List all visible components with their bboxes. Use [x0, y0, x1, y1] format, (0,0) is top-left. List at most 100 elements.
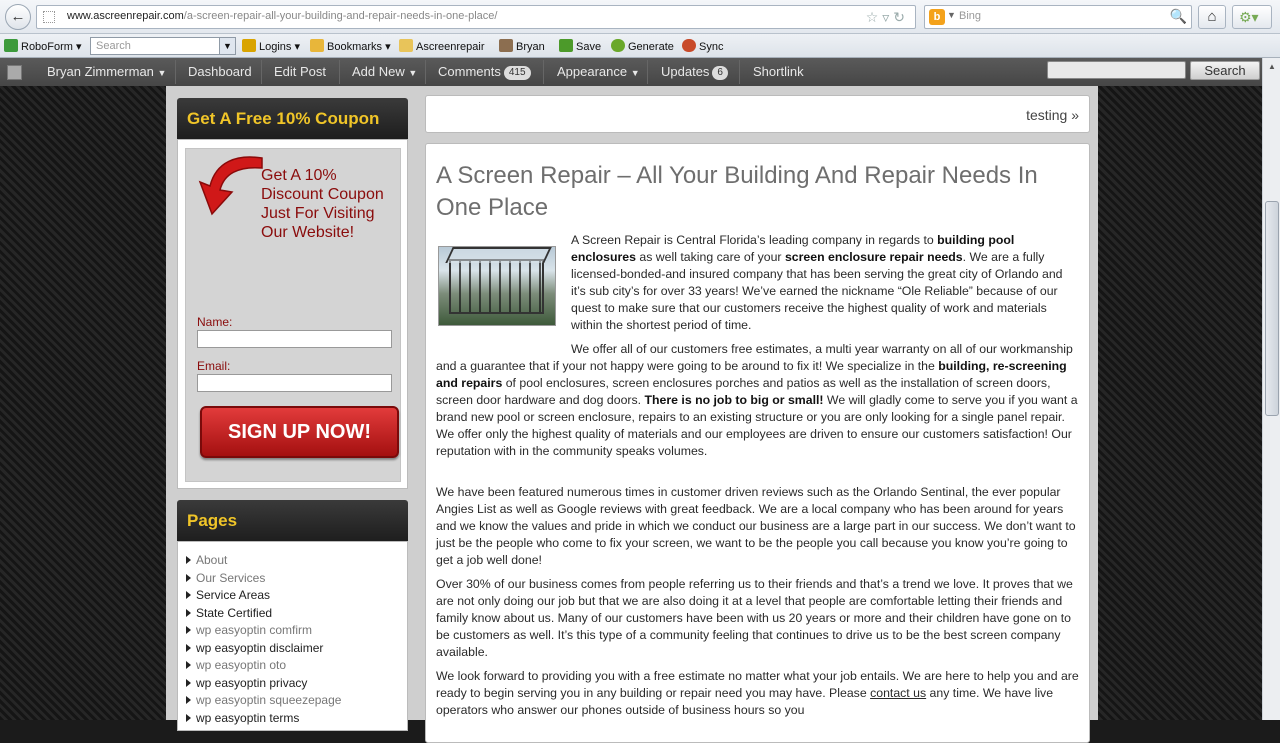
generate-icon: [611, 39, 625, 52]
bullet-triangle-icon: [186, 713, 191, 722]
toolbar-sync[interactable]: Sync: [682, 39, 723, 53]
scroll-up-arrow-icon[interactable]: ▲: [1265, 60, 1279, 74]
url-text[interactable]: www.ascreenrepair.com/a-screen-repair-al…: [67, 10, 497, 22]
chevron-down-icon[interactable]: ▼: [219, 38, 235, 54]
back-arrow-icon[interactable]: ←: [5, 4, 31, 30]
bullet-triangle-icon: [186, 643, 191, 652]
toolbar-bookmarks[interactable]: Bookmarks ▾: [310, 39, 391, 53]
toolbar-search-input[interactable]: Search ▼: [90, 37, 236, 55]
page-link-label[interactable]: wp easyoptin squeezepage: [196, 693, 341, 707]
next-post-link[interactable]: testing »: [1026, 107, 1079, 123]
contact-us-link[interactable]: contact us: [870, 686, 926, 700]
page-link-label[interactable]: wp easyoptin privacy: [196, 676, 307, 690]
page-link-label[interactable]: State Certified: [196, 606, 272, 620]
name-label: Name:: [197, 315, 233, 329]
save-icon: [559, 39, 573, 52]
pages-list-item[interactable]: State Certified: [186, 605, 341, 623]
bullet-triangle-icon: [186, 608, 191, 617]
post-paragraph-1: A Screen Repair is Central Florida’s lea…: [571, 233, 1063, 332]
updates-count-badge: 6: [712, 66, 728, 80]
admin-search-button[interactable]: Search: [1190, 61, 1260, 80]
identity-icon: [499, 39, 513, 52]
roboform-icon: [4, 39, 18, 52]
coupon-widget: Get A 10% Discount Coupon Just For Visit…: [177, 139, 408, 489]
page-link-label[interactable]: wp easyoptin disclaimer: [196, 641, 323, 655]
name-field[interactable]: [197, 330, 392, 348]
email-field[interactable]: [197, 374, 392, 392]
pages-list-item[interactable]: wp easyoptin privacy: [186, 675, 341, 693]
key-icon: [242, 39, 256, 52]
post-navigation: testing »: [425, 95, 1090, 133]
admin-appearance-menu[interactable]: Appearance ▼: [557, 64, 640, 79]
toolbar-logins[interactable]: Logins ▾: [242, 39, 300, 53]
toolbar-generate[interactable]: Generate: [611, 39, 674, 53]
magnifier-icon[interactable]: 🔍: [1170, 8, 1187, 25]
optin-form: Get A 10% Discount Coupon Just For Visit…: [185, 148, 401, 482]
toolbar-roboform[interactable]: RoboForm ▾: [4, 39, 82, 53]
star-icon: [310, 39, 324, 52]
email-label: Email:: [197, 359, 231, 373]
bookmark-star-icon[interactable]: ☆▿↻: [866, 9, 909, 26]
browser-navbar: ← www.ascreenrepair.com/a-screen-repair-…: [0, 0, 1280, 34]
pages-widget: About Our Services Service Areas State Cert…: [177, 541, 408, 731]
bullet-triangle-icon: [186, 573, 191, 582]
pages-list-item[interactable]: wp easyoptin terms: [186, 710, 341, 728]
admin-updates-link[interactable]: Updates 6: [661, 64, 728, 80]
pages-list-item[interactable]: Our Services: [186, 570, 341, 588]
avatar[interactable]: [7, 65, 22, 80]
page-link-label[interactable]: About: [196, 553, 227, 567]
search-engine-dropdown-icon[interactable]: ▼: [947, 10, 956, 20]
bullet-triangle-icon: [186, 661, 191, 669]
pages-list-item[interactable]: wp easyoptin squeezepage: [186, 692, 341, 710]
addon-gear-icon[interactable]: ⚙▾: [1232, 5, 1272, 29]
admin-dashboard-link[interactable]: Dashboard: [188, 64, 252, 79]
admin-add-new-menu[interactable]: Add New ▼: [352, 64, 417, 79]
page-link-label[interactable]: Service Areas: [196, 588, 270, 602]
pages-list-item[interactable]: About: [186, 552, 341, 570]
pages-list-item[interactable]: wp easyoptin disclaimer: [186, 640, 341, 658]
pool-enclosure-image: [438, 246, 556, 326]
admin-user-menu[interactable]: Bryan Zimmerman ▼: [47, 64, 166, 79]
bing-logo-icon[interactable]: b: [929, 9, 945, 25]
coupon-text: Get A 10% Discount Coupon Just For Visit…: [261, 167, 384, 241]
bullet-triangle-icon: [186, 678, 191, 687]
toolbar-ascreenrepair[interactable]: Ascreenrepair: [399, 39, 484, 53]
admin-comments-link[interactable]: Comments 415: [438, 64, 531, 80]
bullet-triangle-icon: [186, 626, 191, 634]
wp-admin-bar: Bryan Zimmerman ▼ Dashboard Edit Post Ad…: [0, 58, 1280, 86]
sync-icon: [682, 39, 696, 52]
page-link-label[interactable]: wp easyoptin terms: [196, 711, 299, 725]
pages-widget-title: Pages: [177, 500, 408, 541]
url-bar[interactable]: www.ascreenrepair.com/a-screen-repair-al…: [36, 5, 916, 29]
page-link-label[interactable]: Our Services: [196, 571, 265, 585]
pages-list-item[interactable]: Service Areas: [186, 587, 341, 605]
page-scrollbar[interactable]: ▲: [1262, 58, 1280, 720]
bullet-triangle-icon: [186, 696, 191, 704]
toolbar-save[interactable]: Save: [559, 39, 601, 53]
coupon-widget-title: Get A Free 10% Coupon: [177, 98, 408, 139]
admin-shortlink-link[interactable]: Shortlink: [753, 64, 804, 79]
pages-list-item[interactable]: wp easyoptin comfirm: [186, 622, 341, 640]
scrollbar-thumb[interactable]: [1265, 201, 1279, 416]
red-arrow-icon: [198, 156, 263, 216]
favicon-icon: [43, 11, 55, 23]
search-bar[interactable]: b ▼ Bing 🔍: [924, 5, 1192, 29]
bullet-triangle-icon: [186, 591, 191, 599]
pages-list-item[interactable]: wp easyoptin oto: [186, 657, 341, 675]
star-icon: [399, 39, 413, 52]
home-icon[interactable]: ⌂: [1198, 5, 1226, 29]
post-title: A Screen Repair – All Your Building And …: [436, 162, 1038, 221]
comments-count-badge: 415: [503, 66, 531, 80]
admin-edit-post-link[interactable]: Edit Post: [274, 64, 326, 79]
toolbar-bryan[interactable]: Bryan: [499, 39, 545, 53]
post-paragraph-4: Over 30% of our business comes from peop…: [436, 577, 1073, 659]
signup-button[interactable]: SIGN UP NOW!: [200, 406, 399, 458]
page-link-label[interactable]: wp easyoptin comfirm: [196, 623, 312, 637]
post-paragraph-2: We offer all of our customers free estim…: [436, 342, 1078, 458]
post-paragraph-5: We look forward to providing you with a …: [436, 669, 1079, 717]
post-paragraph-3: We have been featured numerous times in …: [436, 485, 1076, 567]
pages-list: About Our Services Service Areas State Cert…: [186, 552, 341, 727]
admin-search-input[interactable]: [1047, 61, 1186, 79]
search-placeholder[interactable]: Bing: [959, 10, 981, 22]
page-link-label[interactable]: wp easyoptin oto: [196, 658, 286, 672]
